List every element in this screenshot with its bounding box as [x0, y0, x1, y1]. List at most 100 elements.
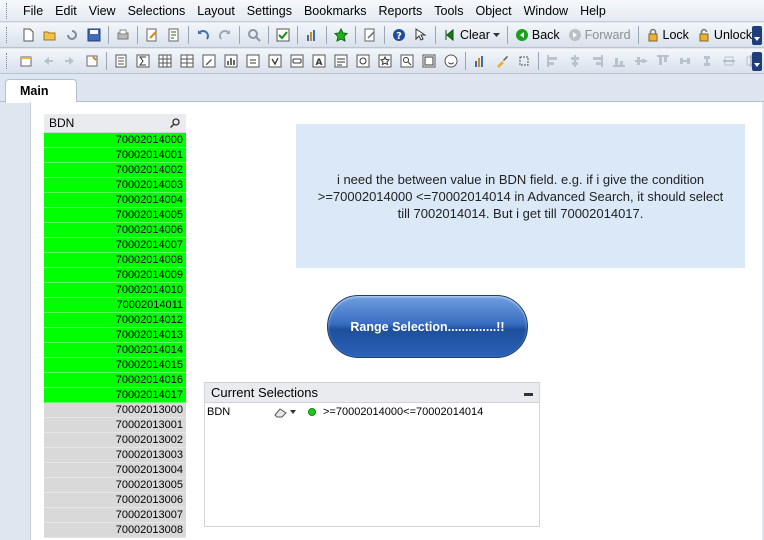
new-button[interactable]: [18, 25, 38, 45]
context-help-button[interactable]: [411, 25, 431, 45]
list-item[interactable]: 70002013005: [44, 478, 186, 493]
chart-button[interactable]: [221, 51, 241, 71]
menu-selections[interactable]: Selections: [122, 0, 192, 22]
sheet-properties-button[interactable]: [302, 25, 322, 45]
align-top-button[interactable]: [653, 51, 673, 71]
list-item[interactable]: 70002014009: [44, 268, 186, 283]
multi-box-button[interactable]: [155, 51, 175, 71]
layout-button[interactable]: [514, 51, 534, 71]
open-button[interactable]: [40, 25, 60, 45]
list-item[interactable]: 70002014013: [44, 328, 186, 343]
save-button[interactable]: [84, 25, 104, 45]
search-button[interactable]: [244, 25, 264, 45]
eraser-icon[interactable]: [273, 406, 297, 418]
table-box-button[interactable]: [177, 51, 197, 71]
forward-button[interactable]: Forward: [564, 25, 635, 45]
list-item[interactable]: 70002014008: [44, 253, 186, 268]
search-icon[interactable]: [169, 117, 181, 129]
list-item[interactable]: 70002014001: [44, 148, 186, 163]
list-item[interactable]: 70002013002: [44, 433, 186, 448]
menu-edit[interactable]: Edit: [49, 0, 83, 22]
edit-script-button[interactable]: [164, 25, 184, 45]
reload-button[interactable]: [62, 25, 82, 45]
bookmark-button[interactable]: [331, 25, 351, 45]
format-painter-button[interactable]: [492, 51, 512, 71]
tab-main[interactable]: Main: [5, 79, 77, 103]
menu-settings[interactable]: Settings: [241, 0, 298, 22]
button-object-button[interactable]: [287, 51, 307, 71]
list-item[interactable]: 70002013000: [44, 403, 186, 418]
edit-module-button[interactable]: [142, 25, 162, 45]
align-center-button[interactable]: [565, 51, 585, 71]
statistics-box-button[interactable]: [133, 51, 153, 71]
list-item[interactable]: 70002013004: [44, 463, 186, 478]
space-horizontal-button[interactable]: [675, 51, 695, 71]
list-item[interactable]: 70002013001: [44, 418, 186, 433]
list-item[interactable]: 70002014012: [44, 313, 186, 328]
toolbar-overflow-button[interactable]: [752, 26, 762, 45]
list-item[interactable]: 70002014000: [44, 133, 186, 148]
clear-button[interactable]: Clear: [439, 25, 504, 45]
input-box-button[interactable]: [199, 51, 219, 71]
list-item[interactable]: 70002014014: [44, 343, 186, 358]
slider-button[interactable]: [353, 51, 373, 71]
menu-layout[interactable]: Layout: [191, 0, 241, 22]
list-item[interactable]: 70002014004: [44, 193, 186, 208]
list-item[interactable]: 70002013008: [44, 523, 186, 538]
menu-help[interactable]: Help: [574, 0, 612, 22]
text-object-button[interactable]: A: [309, 51, 329, 71]
list-item[interactable]: 70002014011: [44, 298, 186, 313]
list-item[interactable]: 70002014003: [44, 178, 186, 193]
list-item[interactable]: 70002014017: [44, 388, 186, 403]
select-button[interactable]: [273, 25, 293, 45]
list-item[interactable]: 70002013003: [44, 448, 186, 463]
print-button[interactable]: [113, 25, 133, 45]
back-button[interactable]: Back: [511, 25, 564, 45]
minimize-icon[interactable]: [524, 393, 533, 396]
menu-object[interactable]: Object: [469, 0, 517, 22]
notes-button[interactable]: [360, 25, 380, 45]
custom-object-button[interactable]: [441, 51, 461, 71]
sheet-properties-2-button[interactable]: [82, 51, 102, 71]
undo-button[interactable]: [193, 25, 213, 45]
help-button[interactable]: ?: [389, 25, 409, 45]
toolbar-overflow-button[interactable]: [752, 52, 762, 71]
redo-button[interactable]: [215, 25, 235, 45]
align-left-button[interactable]: [543, 51, 563, 71]
bookmark-object-button[interactable]: [375, 51, 395, 71]
list-item[interactable]: 70002014002: [44, 163, 186, 178]
add-sheet-button[interactable]: [16, 51, 36, 71]
center-horizontal-button[interactable]: [719, 51, 739, 71]
list-item[interactable]: 70002013007: [44, 508, 186, 523]
list-item[interactable]: 70002013006: [44, 493, 186, 508]
range-selection-button[interactable]: Range Selection..............!!: [327, 295, 528, 358]
space-vertical-button[interactable]: [697, 51, 717, 71]
menu-tools[interactable]: Tools: [428, 0, 469, 22]
current-selections-box-button[interactable]: [243, 51, 263, 71]
design-grid-button[interactable]: [470, 51, 490, 71]
list-item[interactable]: 70002014015: [44, 358, 186, 373]
list-item[interactable]: 70002014007: [44, 238, 186, 253]
promote-sheet-button[interactable]: [38, 51, 58, 71]
list-item[interactable]: 70002014010: [44, 283, 186, 298]
align-middle-button[interactable]: [631, 51, 651, 71]
line-arrow-button[interactable]: [331, 51, 351, 71]
list-item[interactable]: 70002014006: [44, 223, 186, 238]
lock-button[interactable]: Lock: [642, 25, 693, 45]
menu-reports[interactable]: Reports: [373, 0, 429, 22]
menu-view[interactable]: View: [83, 0, 122, 22]
align-bottom-button[interactable]: [609, 51, 629, 71]
list-item[interactable]: 70002014005: [44, 208, 186, 223]
list-item[interactable]: 70002014016: [44, 373, 186, 388]
align-right-button[interactable]: [587, 51, 607, 71]
menu-bookmarks[interactable]: Bookmarks: [298, 0, 373, 22]
menu-window[interactable]: Window: [518, 0, 574, 22]
demote-sheet-button[interactable]: [60, 51, 80, 71]
unlock-button[interactable]: Unlock: [693, 25, 756, 45]
multi-box-icon: [158, 54, 172, 68]
container-button[interactable]: [419, 51, 439, 71]
search-object-button[interactable]: [397, 51, 417, 71]
menu-file[interactable]: File: [17, 0, 49, 22]
list-box-button[interactable]: [111, 51, 131, 71]
check-box-button[interactable]: [265, 51, 285, 71]
